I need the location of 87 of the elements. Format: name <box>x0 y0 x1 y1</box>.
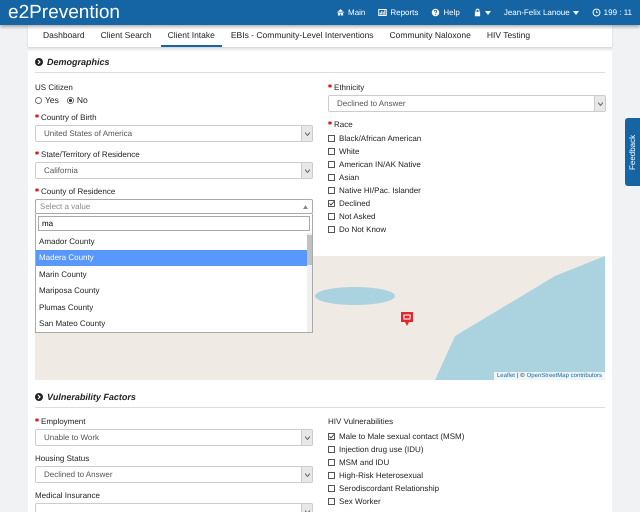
field-label: State/Territory of Residence <box>41 150 140 159</box>
dropdown-option[interactable]: Mariposa County <box>36 282 307 299</box>
field-label: Housing Status <box>35 454 90 463</box>
field-label: Race <box>334 120 353 129</box>
chevron-down-icon <box>304 472 310 476</box>
chart-icon <box>378 8 388 17</box>
feedback-tab[interactable]: Feedback <box>625 118 640 186</box>
checkbox-label: Do Not Know <box>339 225 386 234</box>
checkbox-label: Native HI/Pac. Islander <box>339 186 421 195</box>
radio-label: Yes <box>45 95 59 105</box>
search-field[interactable]: ma <box>38 216 310 231</box>
map-marker-icon[interactable] <box>401 312 413 326</box>
field-label: Ethnicity <box>334 83 364 92</box>
dropdown-option[interactable]: Plumas County <box>36 299 307 316</box>
scrollbar-thumb[interactable] <box>307 235 312 265</box>
radio-button[interactable] <box>35 96 42 104</box>
checkbox-label: Black/African American <box>339 134 422 143</box>
nav-tab[interactable]: EBIs - Community-Level Interventions <box>224 25 381 47</box>
section-title: Vulnerability Factors <box>47 392 136 402</box>
checkbox-label: Declined <box>339 199 370 208</box>
select-field[interactable]: Unable to Work <box>35 429 313 446</box>
nav-link[interactable]: Main <box>336 8 366 17</box>
nav-link[interactable]: Reports <box>378 8 418 17</box>
dropdown-option[interactable]: San Mateo County <box>36 316 307 332</box>
dropdown-option[interactable]: Marin County <box>36 266 307 282</box>
section-title: Demographics <box>47 57 110 67</box>
checkbox[interactable] <box>328 472 335 479</box>
dropdown-option[interactable]: Amador County <box>36 233 307 250</box>
radio-button[interactable] <box>66 96 74 104</box>
clock-icon <box>592 8 601 17</box>
checkbox-label: MSM and IDU <box>339 458 390 467</box>
checkbox-label: Not Asked <box>339 212 376 221</box>
field-label: County of Residence <box>41 187 116 196</box>
checkbox[interactable] <box>328 200 335 207</box>
checkbox[interactable] <box>328 213 335 220</box>
select-field[interactable]: California <box>35 162 313 179</box>
checkbox-label: Serodiscordant Relationship <box>339 484 440 493</box>
checkbox-label: Male to Male sexual contact (MSM) <box>339 432 464 441</box>
nav-tab[interactable]: HIV Testing <box>480 25 538 47</box>
checkbox[interactable] <box>328 161 335 168</box>
user-menu[interactable]: Jean-Felix Lanoue <box>504 8 579 17</box>
checkbox-label: Injection drug use (IDU) <box>339 445 424 454</box>
checkbox[interactable] <box>328 433 335 440</box>
checkbox[interactable] <box>328 148 335 155</box>
chevron-down-icon <box>304 132 310 136</box>
checkbox[interactable] <box>328 187 335 194</box>
select-field[interactable]: Declined to Answer <box>328 95 606 112</box>
help-icon <box>431 8 440 17</box>
chevron-down-icon <box>598 102 602 106</box>
field-label: Employment <box>41 417 86 426</box>
checkbox-label: White <box>339 147 360 156</box>
session-timer: 199 : 11 <box>592 8 632 17</box>
nav-link[interactable]: Help <box>431 8 460 17</box>
field-label: US Citizen <box>35 83 73 92</box>
checkbox-label: American IN/AK Native <box>339 160 421 169</box>
radio-label: No <box>76 95 88 105</box>
field-label: Country of Birth <box>41 113 97 122</box>
lock-icon <box>472 8 482 17</box>
nav-tab[interactable]: Dashboard <box>36 25 92 47</box>
checkbox-label: High-Risk Heterosexual <box>339 471 424 480</box>
home-icon <box>336 8 346 17</box>
checkbox[interactable] <box>328 459 335 466</box>
select-field[interactable]: Select a value <box>35 199 313 214</box>
chevron-circle-icon <box>35 58 43 66</box>
checkbox-label: Asian <box>339 173 360 182</box>
nav-tab[interactable]: Client Search <box>94 25 159 47</box>
nav-tab[interactable]: Client Intake <box>160 25 222 47</box>
select-field[interactable]: Declined to Answer <box>35 466 313 483</box>
chevron-down-icon <box>304 436 310 440</box>
select-field[interactable]: United States of America <box>35 125 313 142</box>
checkbox[interactable] <box>328 498 335 505</box>
checkbox-label: Sex Worker <box>339 497 381 506</box>
checkbox[interactable] <box>328 226 335 233</box>
checkbox[interactable] <box>328 446 335 453</box>
caret-down-icon <box>484 10 491 14</box>
field-label: HIV Vulnerabilities <box>328 417 394 426</box>
field-label: Medical Insurance <box>35 491 100 500</box>
app-logo: e2Prevention <box>8 2 121 24</box>
checkbox[interactable] <box>328 135 335 142</box>
chevron-down-icon <box>304 168 310 172</box>
checkbox[interactable] <box>328 174 335 181</box>
caret-down-icon <box>572 10 579 14</box>
chevron-circle-icon <box>35 393 43 401</box>
checkbox[interactable] <box>328 485 335 492</box>
nav-link[interactable] <box>472 8 491 17</box>
caret-up-icon <box>303 204 308 208</box>
nav-tab[interactable]: Community Naloxone <box>382 25 478 47</box>
